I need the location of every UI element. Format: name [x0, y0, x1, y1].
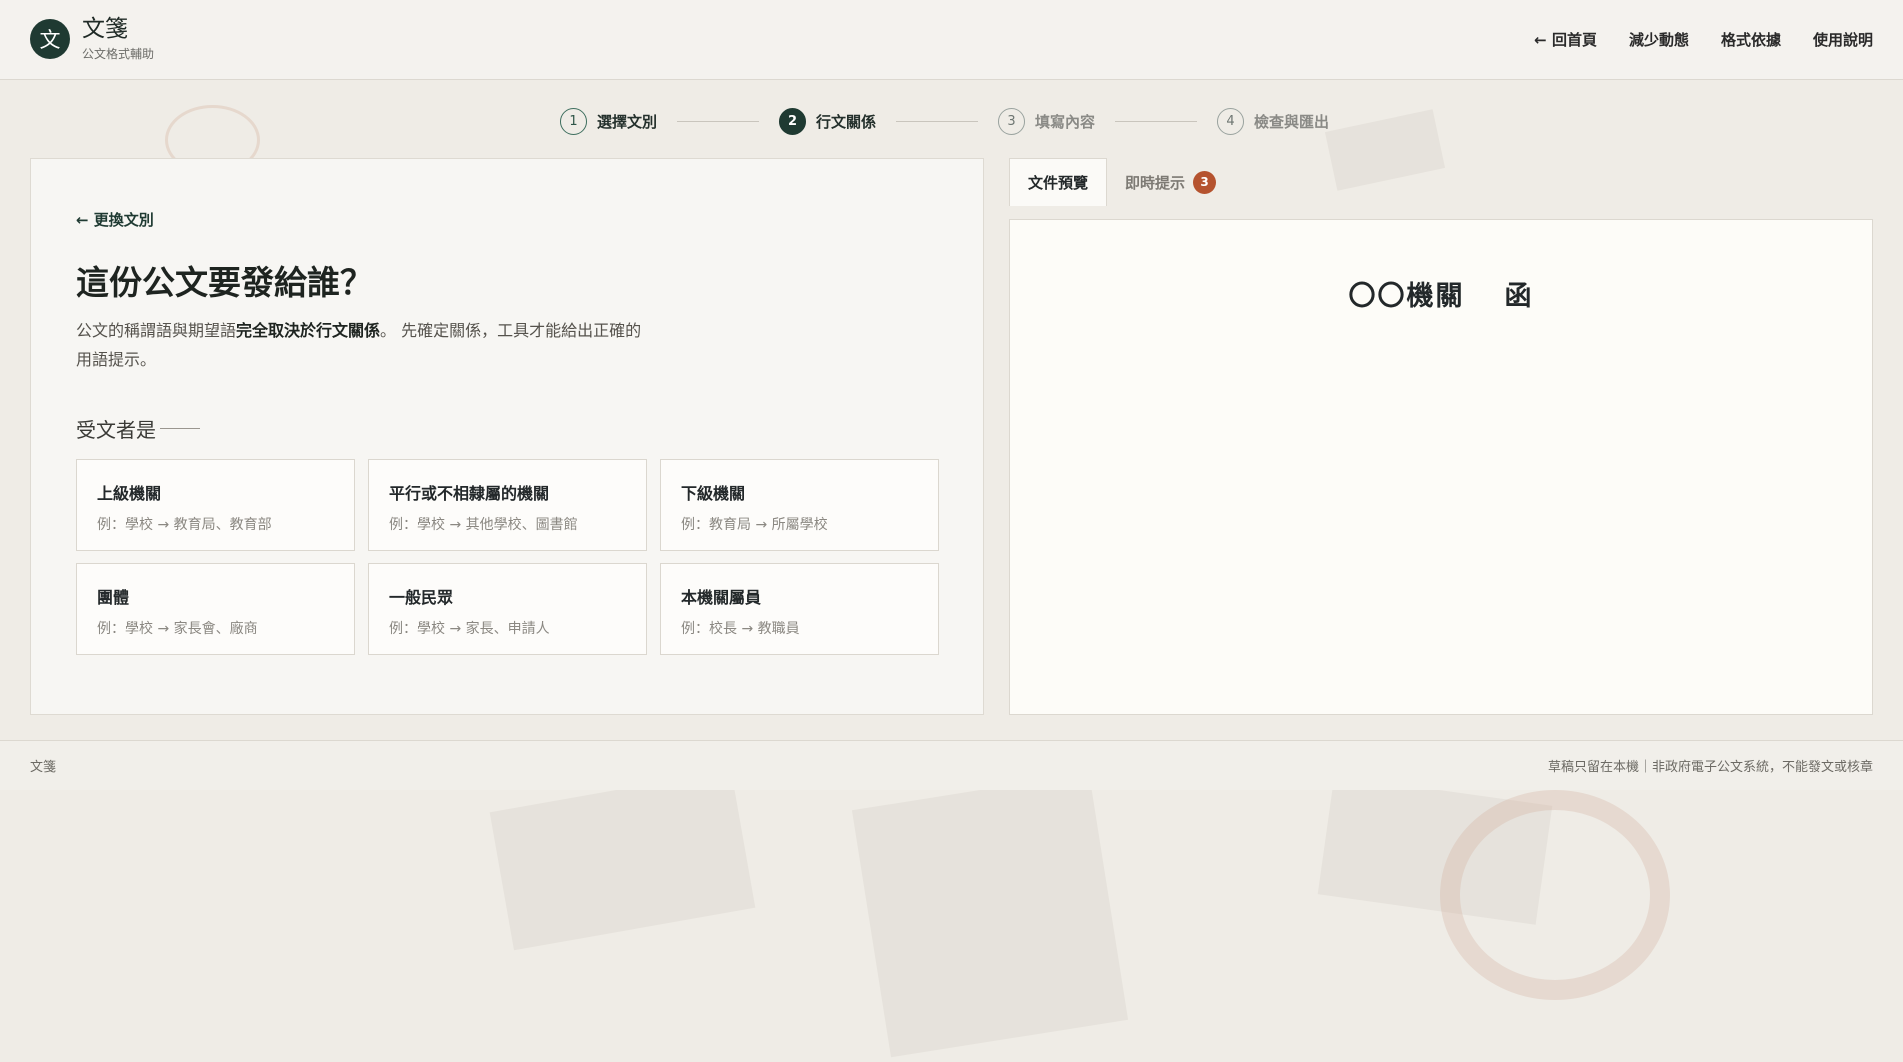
option-example: 例：學校 → 家長、申請人: [389, 621, 550, 637]
tab-label: 文件預覽: [1028, 174, 1089, 192]
option-example: 例：學校 → 家長會、廠商: [97, 621, 258, 637]
description-text: 公文的稱謂語與期望語: [76, 321, 237, 340]
option-title: 下級機關: [681, 484, 746, 503]
option-example: 例：學校 → 其他學校、圖書館: [389, 517, 578, 533]
option-parallel-agency[interactable]: 平行或不相隸屬的機關 例：學校 → 其他學校、圖書館: [368, 459, 647, 551]
bg-square: [489, 769, 756, 951]
recipient-options: 上級機關 例：學校 → 教育局、教育部 平行或不相隸屬的機關 例：學校 → 其他…: [76, 459, 939, 655]
option-organization[interactable]: 團體 例：學校 → 家長會、廠商: [76, 563, 355, 655]
option-title: 本機關屬員: [681, 588, 762, 607]
nav-reduce-motion-link[interactable]: 減少動態: [1629, 29, 1689, 50]
logo-icon: 文: [30, 19, 70, 60]
nav-home-link[interactable]: ← 回首頁: [1534, 29, 1597, 50]
option-example: 例：教育局 → 所屬學校: [681, 517, 828, 533]
top-nav: ← 回首頁 減少動態 格式依據 使用說明: [1534, 29, 1873, 50]
step-label: 檢查與匯出: [1254, 112, 1330, 131]
footer-note: 草稿只留在本機｜非政府電子公文系統，不能發文或核章: [1547, 760, 1873, 775]
option-example: 例：學校 → 教育局、教育部: [97, 517, 272, 533]
preview-tabs: 文件預覽 即時提示 3: [1009, 158, 1234, 206]
tab-document-preview[interactable]: 文件預覽: [1009, 158, 1108, 206]
step-number: 1: [560, 107, 587, 135]
description: 公文的稱謂語與期望語完全取決於行文關係。 先確定關係，工具才能給出正確的用語提示…: [76, 316, 656, 374]
step-3: 3 填寫內容: [998, 107, 1096, 135]
step-number: 3: [998, 107, 1026, 135]
option-title: 團體: [97, 588, 130, 607]
brand-subtitle: 公文格式輔助: [82, 46, 155, 61]
relationship-panel: ← 更換文別 這份公文要發給誰？ 公文的稱謂語與期望語完全取決於行文關係。 先確…: [30, 158, 984, 715]
step-connector: [677, 120, 760, 122]
tab-label: 即時提示: [1125, 173, 1186, 192]
option-internal-staff[interactable]: 本機關屬員 例：校長 → 教職員: [660, 563, 939, 655]
bg-square: [1324, 109, 1446, 191]
page-title: 這份公文要發給誰？: [76, 263, 373, 302]
brand[interactable]: 文 文箋 公文格式輔助: [30, 17, 154, 61]
tab-live-hints[interactable]: 即時提示 3: [1107, 158, 1234, 206]
step-number: 4: [1217, 107, 1245, 135]
bg-ring: [1440, 790, 1670, 1000]
option-title: 一般民眾: [389, 588, 454, 607]
bg-square: [1317, 775, 1553, 925]
progress-stepper: 1 選擇文別 2 行文關係 3 填寫內容 4 檢查與匯出: [560, 106, 1329, 136]
recipient-label: 受文者是: [76, 414, 938, 443]
hint-count-badge: 3: [1193, 170, 1217, 194]
document-preview: 〇〇機關 函: [1009, 219, 1873, 715]
step-connector: [1115, 120, 1198, 122]
document-title: 〇〇機關 函: [1010, 274, 1872, 313]
footer: 文箋 草稿只留在本機｜非政府電子公文系統，不能發文或核章: [0, 740, 1903, 790]
bg-square: [851, 772, 1129, 1058]
nav-format-basis-link[interactable]: 格式依據: [1721, 29, 1781, 50]
divider: [160, 428, 200, 429]
option-example: 例：校長 → 教職員: [681, 621, 800, 637]
step-1[interactable]: 1 選擇文別: [560, 107, 658, 135]
option-public[interactable]: 一般民眾 例：學校 → 家長、申請人: [368, 563, 647, 655]
brand-title: 文箋: [82, 16, 128, 43]
option-title: 上級機關: [97, 484, 162, 503]
footer-brand: 文箋: [30, 760, 57, 775]
step-4: 4 檢查與匯出: [1217, 107, 1330, 135]
step-number: 2: [779, 107, 807, 135]
change-doc-type-link[interactable]: ← 更換文別: [76, 209, 938, 230]
step-label: 選擇文別: [597, 112, 658, 131]
nav-help-link[interactable]: 使用說明: [1813, 29, 1873, 50]
step-connector: [896, 120, 979, 122]
option-title: 平行或不相隸屬的機關: [389, 484, 550, 503]
document-org: 〇〇機關: [1348, 281, 1465, 312]
document-type: 函: [1504, 281, 1534, 312]
option-subordinate-agency[interactable]: 下級機關 例：教育局 → 所屬學校: [660, 459, 939, 551]
option-superior-agency[interactable]: 上級機關 例：學校 → 教育局、教育部: [76, 459, 355, 551]
top-bar: 文 文箋 公文格式輔助 ← 回首頁 減少動態 格式依據 使用說明: [0, 0, 1903, 80]
step-label: 行文關係: [816, 112, 877, 131]
recipient-label-text: 受文者是: [76, 418, 156, 442]
description-emphasis: 完全取決於行文關係: [236, 321, 381, 340]
step-label: 填寫內容: [1035, 112, 1096, 131]
step-2[interactable]: 2 行文關係: [779, 107, 877, 135]
